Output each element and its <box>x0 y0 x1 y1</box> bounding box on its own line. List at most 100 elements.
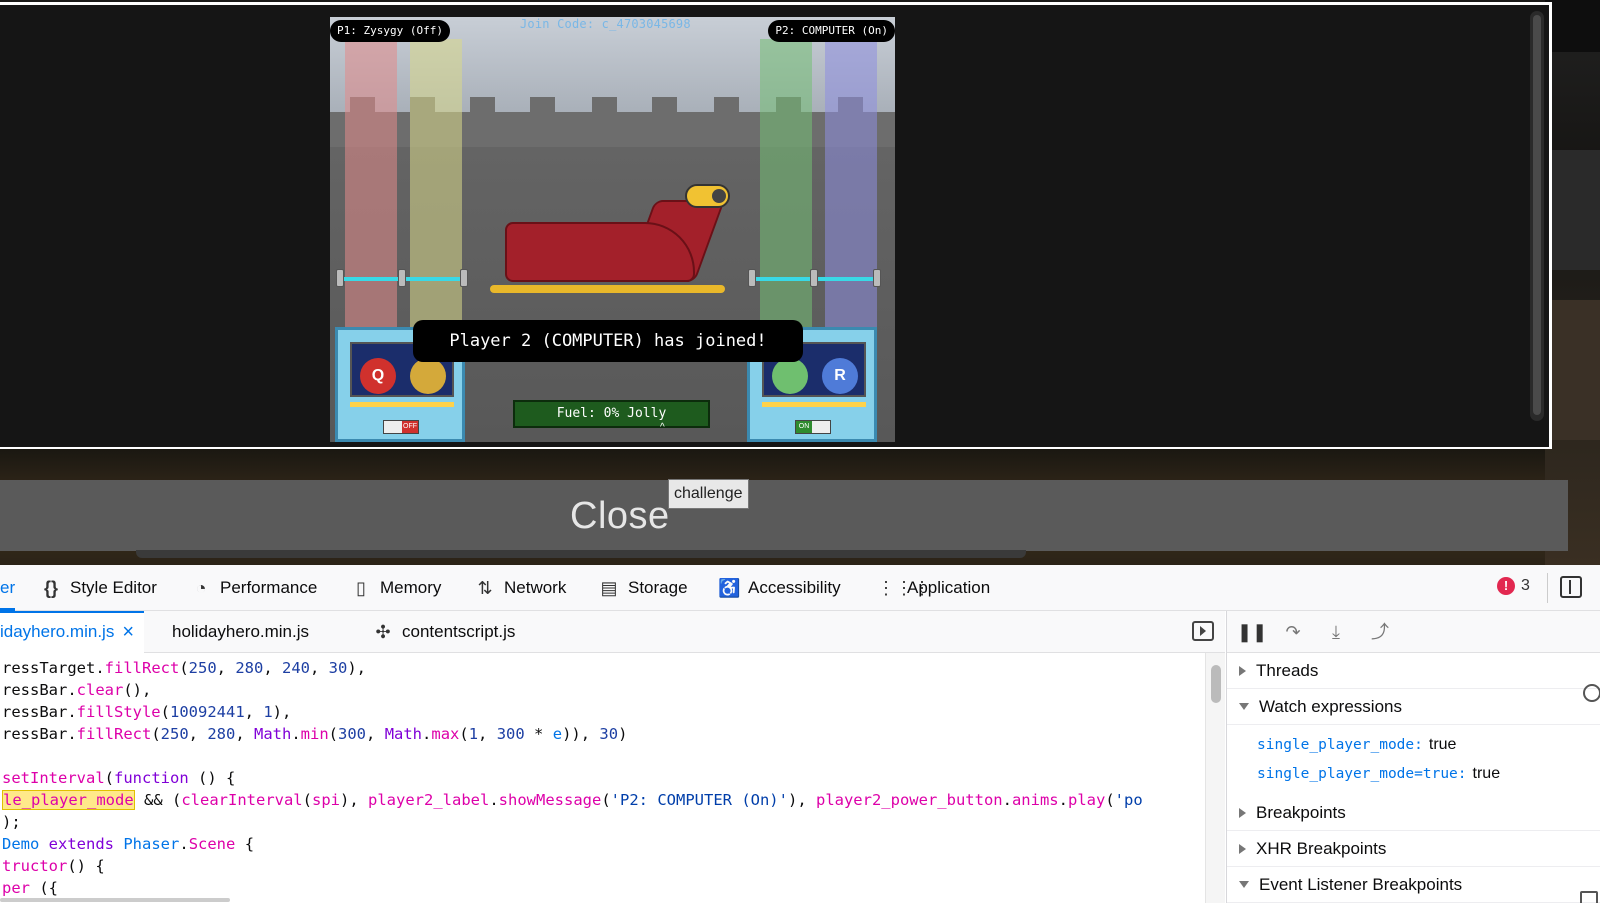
watch-expr: single_player_mode=true: <box>1257 766 1467 782</box>
section-label: Event Listener Breakpoints <box>1259 874 1463 894</box>
code-line: tructor() { <box>2 857 105 875</box>
up-down-arrows-icon: ⇅ <box>477 578 493 598</box>
code-line: ressBar.fillStyle(10092441, 1), <box>2 703 292 721</box>
source-tab-label: holidayhero.min.js <box>172 622 310 641</box>
sleigh <box>490 182 755 312</box>
threads-section[interactable]: Threads <box>1227 653 1600 689</box>
tab-style-editor[interactable]: {} Style Editor <box>40 565 157 611</box>
code-scrollbar[interactable] <box>1205 653 1225 903</box>
step-in-icon[interactable]: ⤓ <box>1325 621 1347 643</box>
tab-label: Network <box>504 578 567 597</box>
source-tab[interactable]: ✣ contentscript.js <box>372 611 515 653</box>
devtools-panel: er {} Style Editor ◔ Performance ▯ Memor… <box>0 565 1600 903</box>
expand-icon <box>1239 665 1246 676</box>
game-canvas[interactable]: Q OFF R ON P1: Zysygy (Off) P2: COMPUTER… <box>330 17 895 442</box>
tab-storage[interactable]: ▤ Storage <box>598 565 688 611</box>
source-tab[interactable]: holidayhero.min.js <box>172 611 309 653</box>
tab-network[interactable]: ⇅ Network <box>474 565 566 611</box>
puzzle-icon: ✣ <box>375 622 391 642</box>
chip-icon: ▯ <box>356 578 366 598</box>
checkbox[interactable] <box>1580 891 1598 903</box>
tab-label: Storage <box>628 578 688 597</box>
watch-item[interactable]: single_player_mode=true: true <box>1257 759 1500 788</box>
storage-icon: ▤ <box>600 578 618 598</box>
w-key-button[interactable] <box>410 358 446 394</box>
dock-side-icon[interactable] <box>1560 576 1582 598</box>
error-count-badge[interactable]: ! 3 <box>1497 577 1530 595</box>
p2-label: P2: COMPUTER (On) <box>768 20 895 42</box>
pause-icon[interactable]: ❚❚ <box>1237 621 1267 643</box>
tab-application[interactable]: ⋮⋮⋮ Application <box>877 565 990 611</box>
yellow-beam <box>410 39 462 339</box>
watch-section[interactable]: Watch expressions <box>1227 689 1600 725</box>
devtools-toolbar: er {} Style Editor ◔ Performance ▯ Memor… <box>0 565 1600 611</box>
tab-label: er <box>0 578 16 597</box>
e-key-button[interactable] <box>772 358 808 394</box>
braces-icon: {} <box>43 578 58 598</box>
close-bar-shadow <box>136 550 1026 558</box>
close-bar[interactable]: Close <box>0 480 1568 551</box>
q-key-button[interactable]: Q <box>360 358 396 394</box>
join-code: Join Code: c_4703045698 <box>520 17 691 31</box>
close-icon[interactable]: × <box>122 621 134 644</box>
watch-item[interactable]: single_player_mode: true <box>1257 730 1456 759</box>
step-out-icon[interactable]: ⤴ <box>1369 621 1391 643</box>
grid-icon: ⋮⋮⋮ <box>877 578 931 598</box>
tab-debugger[interactable]: er <box>0 565 16 611</box>
debugger-sidebar: ❚❚ ↷ ⤓ ⤴ Threads Watch expressions singl… <box>1226 611 1600 903</box>
debugger-controls: ❚❚ ↷ ⤓ ⤴ <box>1227 611 1600 653</box>
fuel-meter: Fuel: 0% Jolly <box>513 400 710 428</box>
source-tabs: idayhero.min.js × holidayhero.min.js ✣ c… <box>0 611 1225 653</box>
collapse-icon <box>1239 703 1249 710</box>
step-over-icon[interactable]: ↷ <box>1282 621 1304 643</box>
code-line: le_player_mode && (clearInterval(spi), p… <box>2 790 1143 810</box>
collapse-icon <box>1239 881 1249 888</box>
caret-icon: ^ <box>660 422 665 433</box>
breakpoints-section[interactable]: Breakpoints <box>1227 795 1600 831</box>
watch-expr: single_player_mode: <box>1257 737 1423 753</box>
source-tab-label: contentscript.js <box>402 622 516 641</box>
modal-scrollbar[interactable] <box>1530 11 1544 421</box>
tab-performance[interactable]: ◔ Performance <box>190 565 318 611</box>
expand-icon <box>1239 843 1246 854</box>
tab-label: Style Editor <box>70 578 157 597</box>
blue-beam <box>825 39 877 339</box>
code-line: ressBar.fillRect(250, 280, Math.min(300,… <box>2 725 628 743</box>
code-line: per ({ <box>2 879 58 897</box>
section-label: Threads <box>1256 660 1319 680</box>
tab-memory[interactable]: ▯ Memory <box>350 565 441 611</box>
section-label: Breakpoints <box>1256 802 1346 822</box>
web-page: Q OFF R ON P1: Zysygy (Off) P2: COMPUTER… <box>0 0 1600 565</box>
tab-accessibility[interactable]: ♿ Accessibility <box>718 565 841 611</box>
error-count: 3 <box>1521 577 1530 594</box>
screen: Q OFF R ON P1: Zysygy (Off) P2: COMPUTER… <box>0 0 1600 903</box>
horizontal-scrollbar[interactable] <box>0 898 230 902</box>
p1-power-switch[interactable]: OFF <box>383 420 419 434</box>
toggle-sidebar-icon[interactable] <box>1192 621 1214 641</box>
r-key-button[interactable]: R <box>822 358 858 394</box>
code-line: ); <box>2 813 21 831</box>
source-tab-label: idayhero.min.js <box>0 622 115 641</box>
event-breakpoints-section[interactable]: Event Listener Breakpoints <box>1227 867 1600 903</box>
tab-label: Application <box>907 578 991 597</box>
green-beam <box>760 39 812 339</box>
watch-value: true <box>1428 736 1457 753</box>
code-line: ressBar.clear(), <box>2 681 152 699</box>
xhr-breakpoints-section[interactable]: XHR Breakpoints <box>1227 831 1600 867</box>
p2-power-switch[interactable]: ON <box>795 420 831 434</box>
tab-label: Accessibility <box>748 578 841 597</box>
add-watch-icon[interactable] <box>1583 684 1600 702</box>
tab-label: Memory <box>380 578 442 597</box>
code-line: ressTarget.fillRect(250, 280, 240, 30), <box>2 659 367 677</box>
tooltip: challenge <box>668 479 749 509</box>
red-beam <box>345 39 397 339</box>
source-tab-active[interactable]: idayhero.min.js × <box>0 611 145 653</box>
tab-label: Performance <box>220 578 318 597</box>
gauge-icon: ◔ <box>195 578 207 598</box>
section-label: XHR Breakpoints <box>1256 838 1387 858</box>
code-editor[interactable]: ressTarget.fillRect(250, 280, 240, 30), … <box>0 653 1205 903</box>
section-label: Watch expressions <box>1259 696 1402 716</box>
error-icon: ! <box>1497 577 1515 595</box>
accessibility-icon: ♿ <box>718 578 741 598</box>
rocket-engine <box>685 184 730 208</box>
